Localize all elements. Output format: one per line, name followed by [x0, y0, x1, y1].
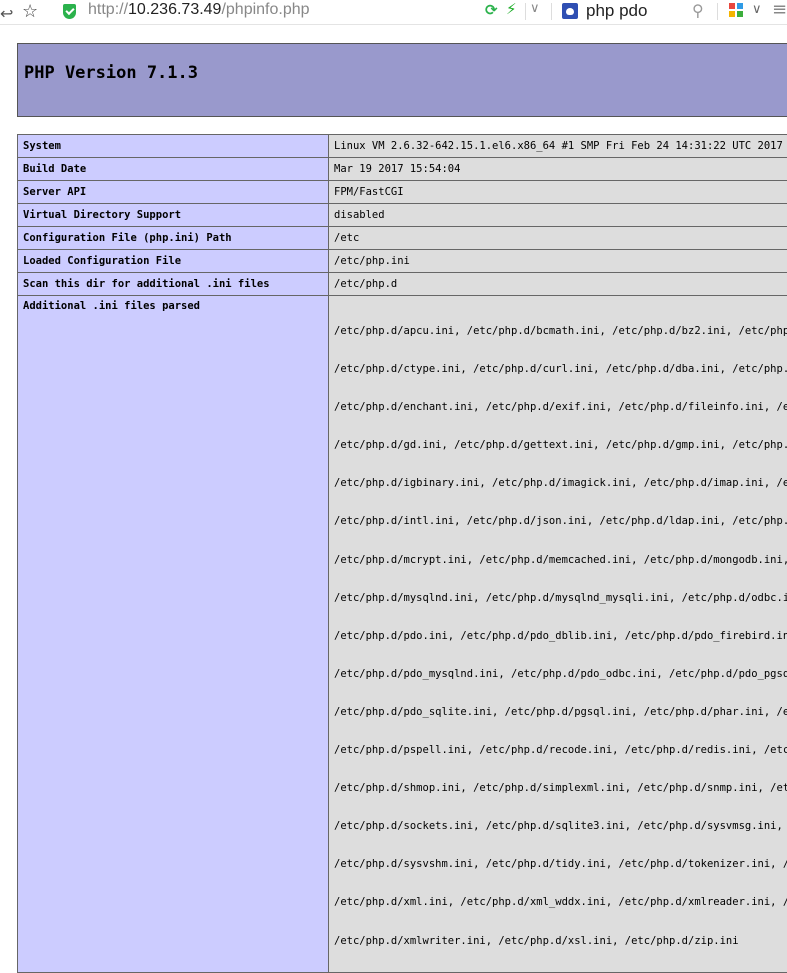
toolbar-divider — [717, 3, 718, 20]
row-value: /etc/php.d — [329, 273, 787, 296]
row-key: Scan this dir for additional .ini files — [18, 273, 329, 296]
ini-line: /etc/php.d/mysqlnd.ini, /etc/php.d/mysql… — [334, 591, 787, 605]
row-key: System — [18, 135, 329, 158]
info-table: System Linux VM 2.6.32-642.15.1.el6.x86_… — [17, 134, 787, 973]
star-icon[interactable]: ☆ — [22, 1, 38, 22]
url-scheme: http:// — [88, 1, 128, 18]
ini-line: /etc/php.d/sysvshm.ini, /etc/php.d/tidy.… — [334, 857, 787, 871]
row-key: Additional .ini files parsed — [18, 296, 329, 973]
ini-line: /etc/php.d/sockets.ini, /etc/php.d/sqlit… — [334, 819, 787, 833]
ini-line: /etc/php.d/mcrypt.ini, /etc/php.d/memcac… — [334, 553, 787, 567]
ini-line: /etc/php.d/xmlwriter.ini, /etc/php.d/xsl… — [334, 934, 787, 948]
row-value: Linux VM 2.6.32-642.15.1.el6.x86_64 #1 S… — [329, 135, 787, 158]
row-key: Build Date — [18, 158, 329, 181]
row-value: /etc — [329, 227, 787, 250]
url-path: /phpinfo.php — [221, 1, 309, 18]
toolbar-divider — [551, 3, 552, 20]
row-value: disabled — [329, 204, 787, 227]
ini-line: /etc/php.d/apcu.ini, /etc/php.d/bcmath.i… — [334, 324, 787, 338]
ini-line: /etc/php.d/shmop.ini, /etc/php.d/simplex… — [334, 781, 787, 795]
url-host: 10.236.73.49 — [128, 1, 221, 18]
row-value: Mar 19 2017 15:54:04 — [329, 158, 787, 181]
arrow-left-icon[interactable]: ↩ — [0, 4, 13, 23]
ini-line: /etc/php.d/xml.ini, /etc/php.d/xml_wddx.… — [334, 895, 787, 909]
shield-check-icon[interactable] — [63, 4, 76, 19]
table-row: Virtual Directory Support disabled — [18, 204, 787, 227]
more-icon[interactable]: ≡ — [772, 0, 787, 20]
magnifier-icon[interactable]: ⚲ — [692, 1, 704, 20]
ini-line: /etc/php.d/ctype.ini, /etc/php.d/curl.in… — [334, 362, 787, 376]
row-key: Virtual Directory Support — [18, 204, 329, 227]
ini-files-list: /etc/php.d/apcu.ini, /etc/php.d/bcmath.i… — [329, 296, 787, 973]
row-value: /etc/php.ini — [329, 250, 787, 273]
refresh-icon[interactable]: ⟳ — [485, 1, 498, 19]
row-key: Configuration File (php.ini) Path — [18, 227, 329, 250]
table-row: Server API FPM/FastCGI — [18, 181, 787, 204]
row-value: FPM/FastCGI — [329, 181, 787, 204]
address-bar[interactable]: http://10.236.73.49/phpinfo.php — [88, 1, 310, 19]
chevron-down-icon[interactable]: ∨ — [752, 2, 762, 17]
search-input[interactable]: php pdo — [586, 1, 647, 21]
ini-line: /etc/php.d/pdo_mysqlnd.ini, /etc/php.d/p… — [334, 667, 787, 681]
row-key: Loaded Configuration File — [18, 250, 329, 273]
row-key: Server API — [18, 181, 329, 204]
chevron-down-icon[interactable]: ∨ — [530, 1, 540, 16]
table-row: Configuration File (php.ini) Path /etc — [18, 227, 787, 250]
paw-icon[interactable] — [562, 3, 578, 19]
ini-line: /etc/php.d/gd.ini, /etc/php.d/gettext.in… — [334, 438, 787, 452]
ini-line: /etc/php.d/pdo_sqlite.ini, /etc/php.d/pg… — [334, 705, 787, 719]
table-row: System Linux VM 2.6.32-642.15.1.el6.x86_… — [18, 135, 787, 158]
browser-toolbar: ↩ ☆ http://10.236.73.49/phpinfo.php ⟳ ⚡ … — [0, 0, 787, 25]
table-row: Additional .ini files parsed /etc/php.d/… — [18, 296, 787, 973]
toolbar-divider — [525, 3, 526, 20]
ini-line: /etc/php.d/enchant.ini, /etc/php.d/exif.… — [334, 400, 787, 414]
lightning-icon[interactable]: ⚡ — [506, 0, 517, 18]
ini-line: /etc/php.d/intl.ini, /etc/php.d/json.ini… — [334, 514, 787, 528]
apps-grid-icon[interactable] — [729, 3, 745, 19]
page-title: PHP Version 7.1.3 — [24, 63, 198, 83]
table-row: Build Date Mar 19 2017 15:54:04 — [18, 158, 787, 181]
ini-line: /etc/php.d/pdo.ini, /etc/php.d/pdo_dblib… — [334, 629, 787, 643]
ini-line: /etc/php.d/igbinary.ini, /etc/php.d/imag… — [334, 476, 787, 490]
table-row: Loaded Configuration File /etc/php.ini — [18, 250, 787, 273]
table-row: Scan this dir for additional .ini files … — [18, 273, 787, 296]
ini-line: /etc/php.d/pspell.ini, /etc/php.d/recode… — [334, 743, 787, 757]
php-version-header: PHP Version 7.1.3 — [17, 43, 787, 117]
